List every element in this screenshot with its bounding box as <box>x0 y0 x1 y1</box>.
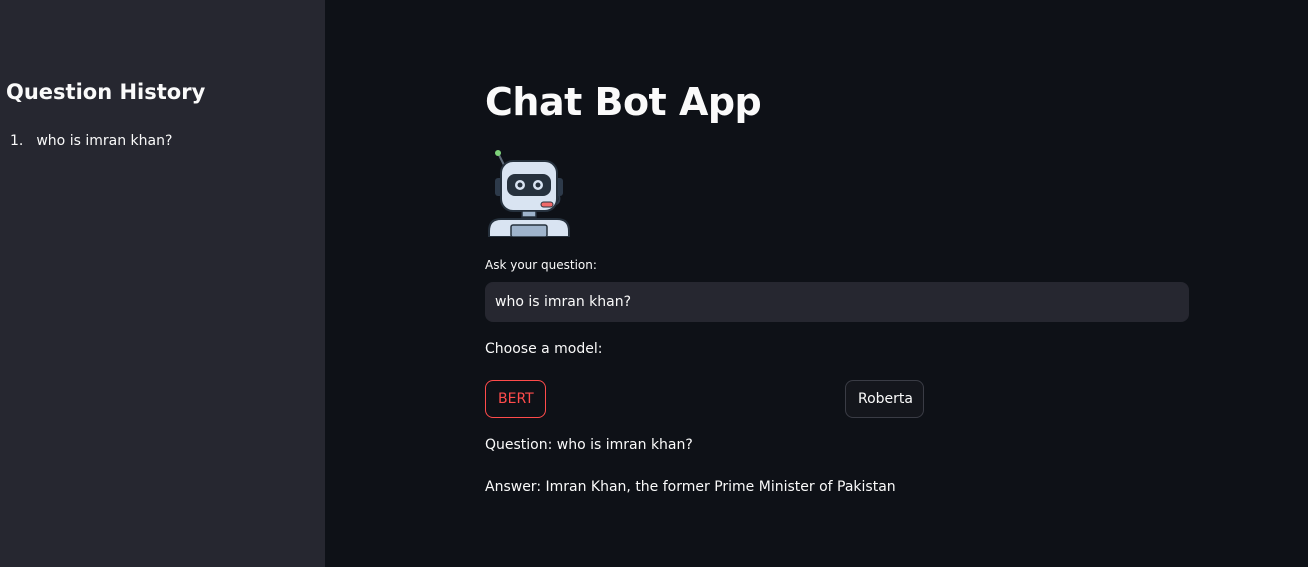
history-item-text: who is imran khan? <box>36 133 173 149</box>
history-item: 1. who is imran khan? <box>10 131 172 151</box>
question-echo-text: Question: who is imran khan? <box>485 437 693 453</box>
question-input-label: Ask your question: <box>485 258 597 272</box>
page-title: Chat Bot App <box>485 80 762 124</box>
question-input[interactable] <box>485 282 1189 322</box>
sidebar: Question History 1. who is imran khan? <box>0 0 325 567</box>
sidebar-title: Question History <box>6 80 206 104</box>
main-content: Chat Bot App Ask your question: who is i… <box>325 0 1308 567</box>
roberta-model-button[interactable]: Roberta <box>845 380 924 418</box>
robot-icon <box>485 147 573 238</box>
question-history-list: 1. who is imran khan? <box>10 131 172 151</box>
bert-model-button[interactable]: BERT <box>485 380 546 418</box>
app-root: Question History 1. who is imran khan? C… <box>0 0 1308 567</box>
answer-text: Answer: Imran Khan, the former Prime Min… <box>485 479 896 495</box>
history-item-number: 1. <box>10 133 24 149</box>
model-choice-label: Choose a model: <box>485 341 603 357</box>
